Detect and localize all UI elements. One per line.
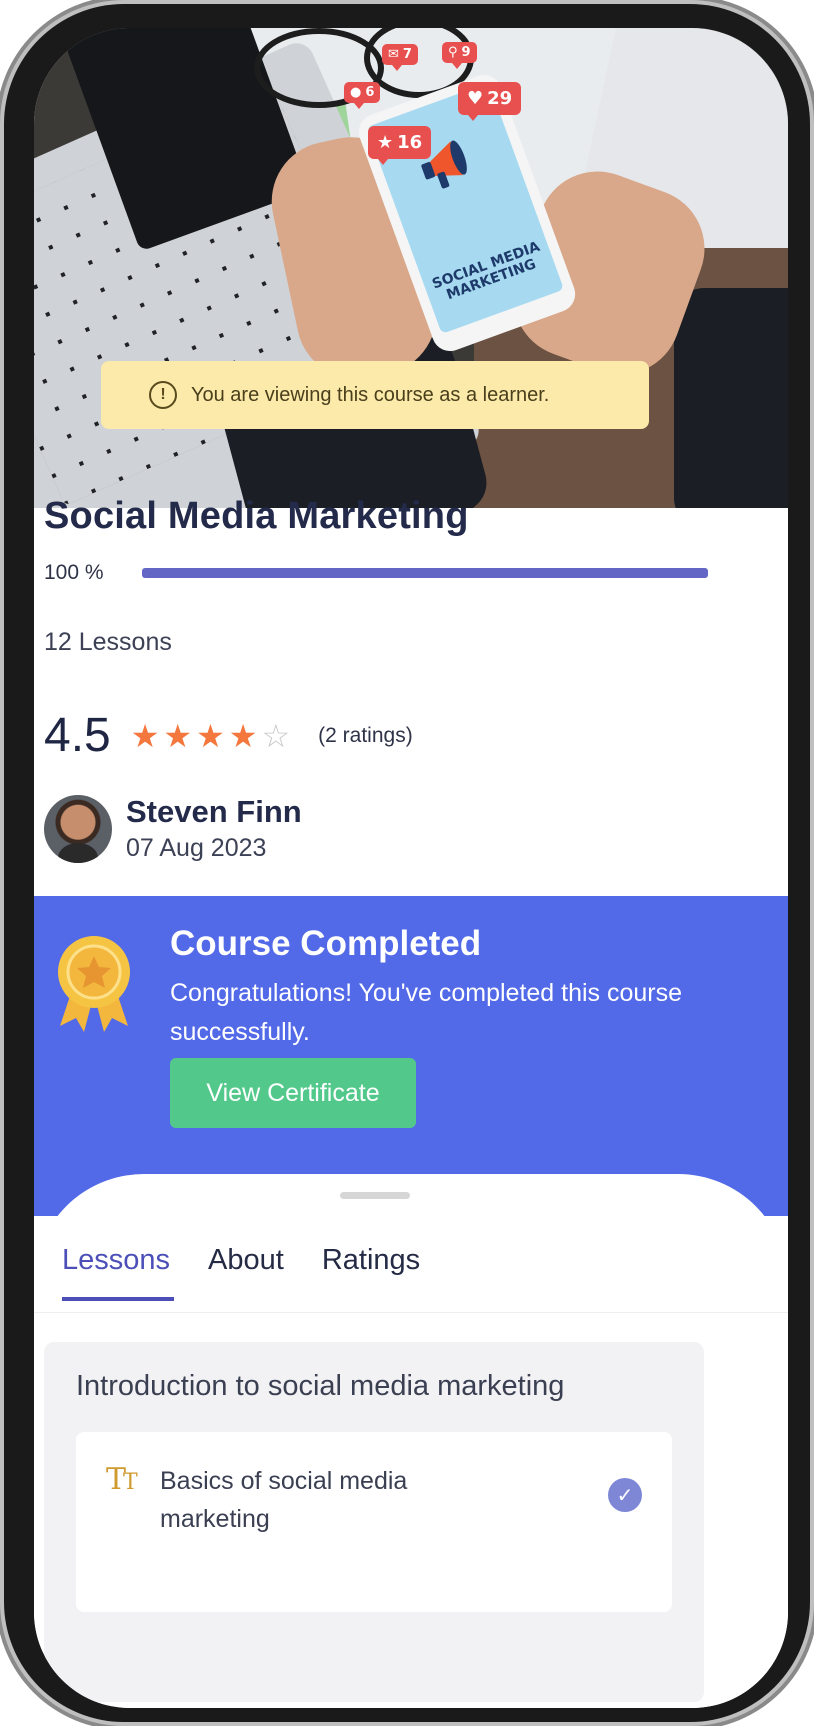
notification-badge: ★ 16 [368,126,432,165]
notification-count: 16 [397,132,423,153]
star-icon: ★ [377,132,394,153]
tabs-divider [34,1312,788,1313]
progress-bar-fill [142,568,708,578]
rating-count[interactable]: (2 ratings) [318,724,413,748]
lesson-item[interactable]: TT Basics of social media marketing ✓ [76,1432,672,1612]
notification-badge: ● 6 [344,82,381,109]
learner-banner-text: You are viewing this course as a learner… [191,383,550,406]
notification-badge: ⚲ 9 [442,42,477,69]
course-completed-panel: Course Completed Congratulations! You've… [34,896,788,1216]
star-filled-icon: ★ [196,717,225,754]
star-filled-icon: ★ [130,717,160,754]
notification-badge: ♥ 29 [458,82,522,121]
section-title[interactable]: Introduction to social media marketing [76,1370,564,1403]
avatar [44,794,112,863]
check-icon: ✓ [608,1478,642,1512]
notification-count: 7 [402,47,412,62]
heart-icon: ♥ [467,88,484,109]
notification-badge: ✉ 7 [382,44,418,71]
device-frame: SOCIAL MEDIA MARKETING ● 6 ✉ 7 ⚲ 9 ♥ 29 ★ 16 … [4,4,810,1722]
author-name: Steven Finn [126,794,302,829]
view-certificate-button[interactable]: View Certificate [170,1058,416,1128]
learner-mode-banner: ! You are viewing this course as a learn… [101,361,649,429]
tab-ratings[interactable]: Ratings [322,1244,420,1301]
tab-lessons[interactable]: Lessons [62,1244,175,1301]
course-title: Social Media Marketing [44,495,469,537]
award-ribbon-icon [58,936,130,1032]
progress-bar [142,568,708,578]
completed-message: Congratulations! You've completed this c… [170,979,683,1046]
pin-icon: ⚲ [448,45,458,60]
info-icon: ! [149,381,177,409]
course-rating: 4.5 ★ ★ ★ ★ ☆ (2 ratings) [44,708,413,763]
lesson-section: Introduction to social media marketing T… [44,1342,704,1702]
hero-held-phone-text: SOCIAL MEDIA MARKETING [430,238,543,304]
star-filled-icon: ★ [228,717,258,754]
notification-count: 6 [365,85,375,100]
sheet-drag-handle[interactable] [340,1192,410,1199]
notification-count: 9 [461,45,471,60]
completed-title: Course Completed [170,924,482,963]
lessons-count: 12 Lessons [44,628,172,656]
course-progress: 100 % [44,561,708,585]
star-filled-icon: ★ [163,717,193,754]
author-info[interactable]: Steven Finn 07 Aug 2023 [44,794,302,863]
user-icon: ● [350,85,362,100]
lesson-title: Basics of social media marketing [160,1467,408,1533]
tab-about[interactable]: About [208,1244,284,1301]
notification-count: 29 [487,88,513,109]
course-tabs: Lessons About Ratings [62,1244,420,1301]
app-screen: SOCIAL MEDIA MARKETING ● 6 ✉ 7 ⚲ 9 ♥ 29 ★ 16 … [34,28,788,1708]
author-date: 07 Aug 2023 [126,834,267,862]
text-type-icon: TT [106,1462,138,1497]
rating-value: 4.5 [44,709,111,762]
author-text: Steven Finn 07 Aug 2023 [126,794,302,863]
lessons-sheet: Lessons About Ratings Introduction to so… [34,1174,788,1708]
course-hero-image: SOCIAL MEDIA MARKETING ● 6 ✉ 7 ⚲ 9 ♥ 29 ★ 16 … [34,28,788,508]
star-empty-icon: ☆ [261,717,291,754]
progress-percentage: 100 % [44,561,104,584]
rating-stars: ★ ★ ★ ★ ☆ [131,720,290,752]
hero-sleeve [674,288,788,508]
mail-icon: ✉ [388,47,399,62]
